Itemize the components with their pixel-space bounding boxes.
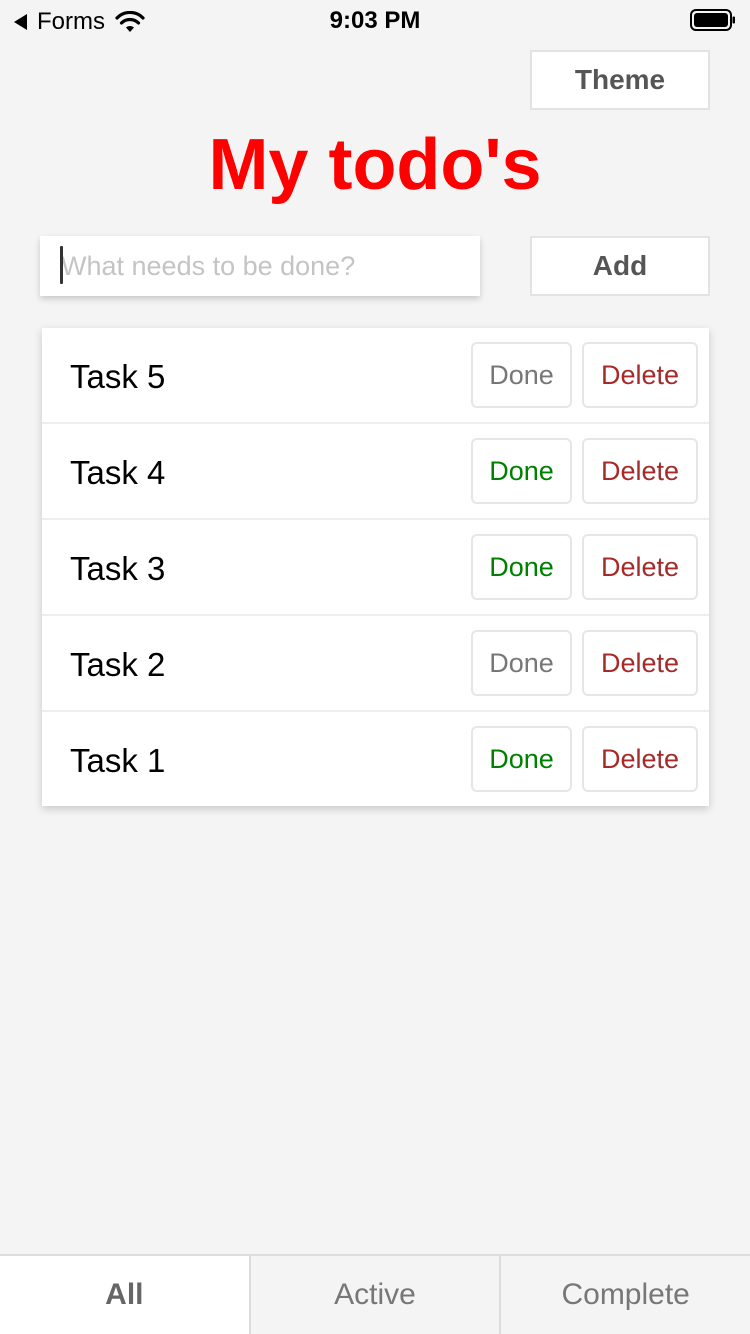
new-todo-input[interactable] (40, 236, 480, 296)
delete-button[interactable]: Delete (582, 438, 698, 504)
status-time: 9:03 PM (329, 7, 421, 34)
delete-button[interactable]: Delete (582, 726, 698, 792)
done-button[interactable]: Done (471, 630, 572, 696)
task-label: Task 1 (70, 742, 166, 779)
tab-complete[interactable]: Complete (499, 1256, 750, 1334)
delete-button[interactable]: Delete (582, 342, 698, 408)
task-row: Task 1 Done Delete (42, 712, 709, 806)
theme-button[interactable]: Theme (530, 50, 710, 110)
task-label: Task 2 (70, 646, 166, 683)
page-title: My todo's (208, 125, 542, 205)
task-label: Task 4 (70, 454, 166, 491)
task-row: Task 4 Done Delete (42, 424, 709, 520)
add-button[interactable]: Add (530, 236, 710, 296)
battery-icon (690, 9, 735, 31)
done-button[interactable]: Done (471, 726, 572, 792)
filter-tab-bar: All Active Complete (0, 1254, 750, 1334)
task-row: Task 2 Done Delete (42, 616, 709, 712)
done-button[interactable]: Done (471, 438, 572, 504)
status-bar: Forms 9:03 PM (0, 0, 750, 42)
task-label: Task 5 (70, 358, 166, 395)
done-button[interactable]: Done (471, 534, 572, 600)
delete-button[interactable]: Delete (582, 630, 698, 696)
text-caret (60, 246, 63, 284)
task-label: Task 3 (70, 550, 166, 587)
delete-button[interactable]: Delete (582, 534, 698, 600)
task-list: Task 5 Done Delete Task 4 Done Delete Ta… (42, 328, 709, 806)
task-row: Task 5 Done Delete (42, 328, 709, 424)
task-row: Task 3 Done Delete (42, 520, 709, 616)
done-button[interactable]: Done (471, 342, 572, 408)
app-screen: Forms 9:03 PM Theme My todo's Add Task 5… (0, 0, 750, 1334)
tab-all[interactable]: All (0, 1256, 249, 1334)
tab-active[interactable]: Active (248, 1256, 500, 1334)
new-todo-field (40, 236, 480, 296)
